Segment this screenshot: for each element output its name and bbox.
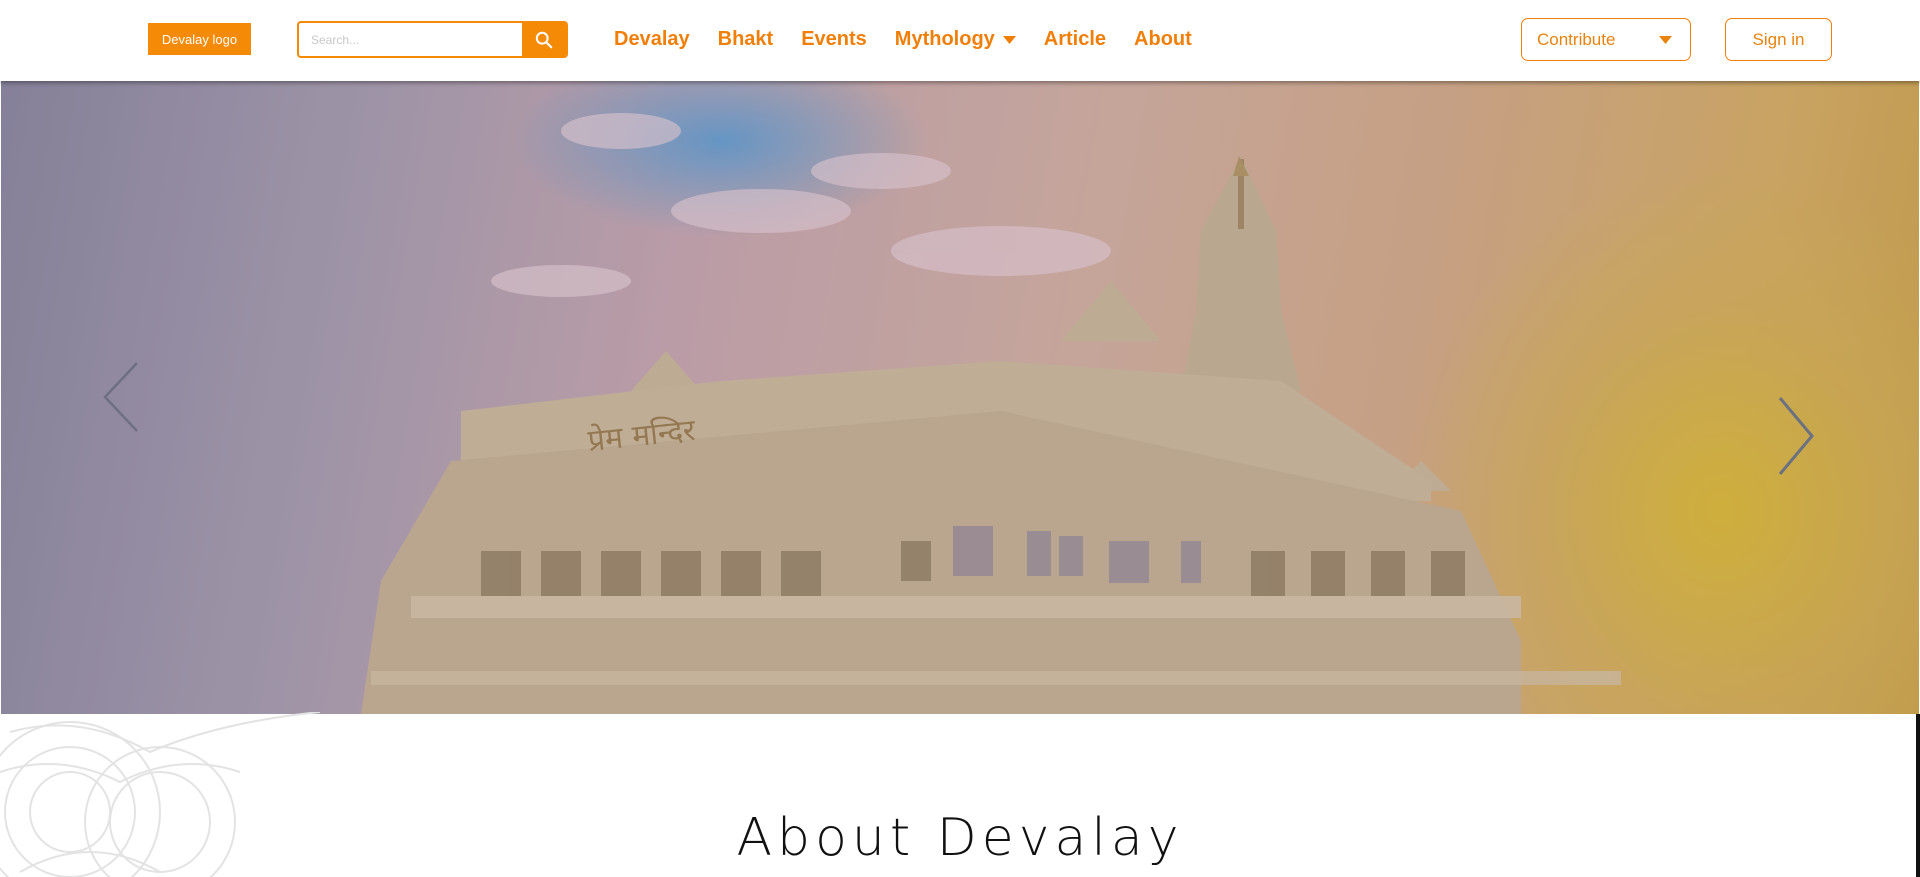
top-navbar: Devalay logo Devalay Bhakt Events Mythol…	[0, 0, 1920, 81]
nav-label: Bhakt	[717, 28, 774, 50]
caret-down-icon	[1659, 36, 1672, 44]
about-section-title: About Devalay	[736, 808, 1184, 868]
nav-label: Devalay	[614, 28, 690, 50]
page-edge-divider	[1916, 714, 1920, 877]
site-logo[interactable]: Devalay logo	[148, 23, 251, 55]
nav-item-devalay[interactable]: Devalay	[614, 28, 690, 51]
nav-item-bhakt[interactable]: Bhakt	[718, 28, 774, 51]
nav-label: Mythology	[894, 28, 995, 50]
search-bar	[297, 21, 568, 58]
chevron-left-icon[interactable]	[101, 361, 141, 433]
nav-label: About	[1134, 28, 1192, 50]
nav-label: Article	[1043, 28, 1107, 50]
nav-label: Events	[801, 28, 867, 50]
chevron-right-icon[interactable]	[1776, 396, 1816, 476]
hero-overlay	[1, 81, 1919, 714]
search-icon	[535, 31, 553, 48]
search-input[interactable]	[299, 23, 522, 56]
nav-item-mythology[interactable]: Mythology	[895, 28, 1016, 51]
hero-carousel: प्रेम मन्दिर	[1, 81, 1919, 714]
nav-item-article[interactable]: Article	[1044, 28, 1106, 51]
contribute-label: Contribute	[1537, 29, 1616, 49]
search-button[interactable]	[522, 23, 566, 56]
sign-in-button[interactable]: Sign in	[1725, 18, 1832, 61]
nav-item-about[interactable]: About	[1134, 28, 1192, 51]
nav-item-events[interactable]: Events	[801, 28, 867, 51]
caret-down-icon	[1002, 35, 1016, 44]
contribute-dropdown[interactable]: Contribute	[1521, 18, 1691, 61]
main-nav: Devalay Bhakt Events Mythology Article A…	[614, 0, 1220, 79]
